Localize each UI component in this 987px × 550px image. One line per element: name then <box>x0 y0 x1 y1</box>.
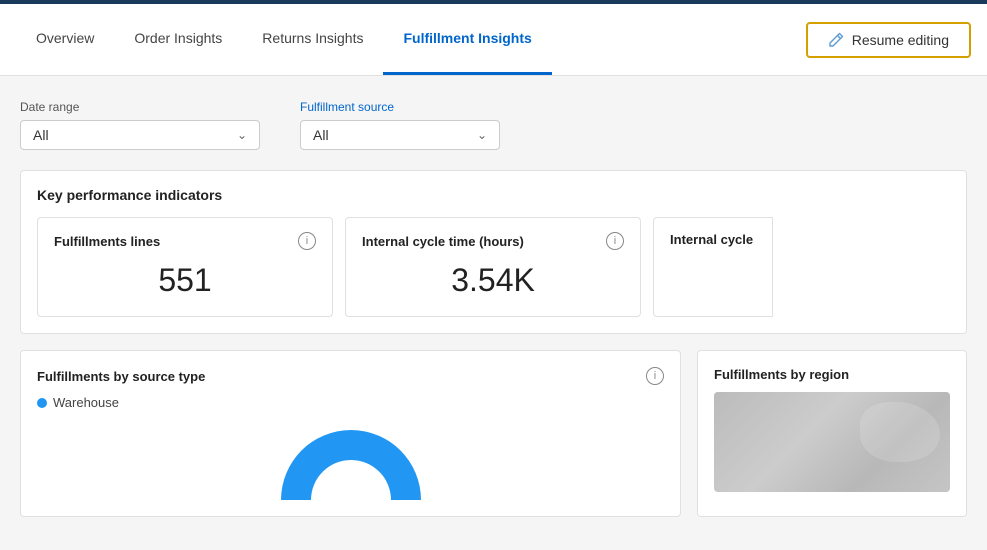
kpi-card-fulfillment-lines-header: Fulfillments lines i <box>54 232 316 250</box>
top-nav-bar: Overview Order Insights Returns Insights… <box>0 0 987 76</box>
main-content: Date range All ⌄ Fulfillment source All … <box>0 76 987 533</box>
date-range-select[interactable]: All ⌄ <box>20 120 260 150</box>
tab-returns-insights[interactable]: Returns Insights <box>242 4 383 75</box>
tab-order-insights[interactable]: Order Insights <box>114 4 242 75</box>
kpi-card-internal-cycle-time: Internal cycle time (hours) i 3.54K <box>345 217 641 317</box>
tab-overview[interactable]: Overview <box>16 4 114 75</box>
date-range-filter: Date range All ⌄ <box>20 100 260 150</box>
legend-warehouse: Warehouse <box>37 395 664 410</box>
fulfillment-source-select[interactable]: All ⌄ <box>300 120 500 150</box>
resume-editing-label: Resume editing <box>852 32 949 48</box>
fulfillments-by-source-header: Fulfillments by source type i <box>37 367 664 385</box>
kpi-card-internal-cycle-title: Internal cycle <box>670 232 753 247</box>
chevron-down-icon-2: ⌄ <box>477 128 487 142</box>
filters-row: Date range All ⌄ Fulfillment source All … <box>20 100 967 150</box>
fulfillment-source-value: All <box>313 127 329 143</box>
fulfillments-by-region-header: Fulfillments by region <box>714 367 950 382</box>
pie-chart-svg <box>271 420 431 500</box>
map-background <box>714 392 950 492</box>
kpi-card-internal-cycle-header: Internal cycle <box>670 232 756 247</box>
resume-editing-button[interactable]: Resume editing <box>806 22 971 58</box>
kpi-card-fulfillment-lines-title: Fulfillments lines <box>54 234 160 249</box>
pie-chart-area <box>37 420 664 500</box>
fulfillments-by-source-title: Fulfillments by source type <box>37 369 205 384</box>
date-range-label: Date range <box>20 100 260 114</box>
info-icon-fulfillment-lines[interactable]: i <box>298 232 316 250</box>
legend-warehouse-label: Warehouse <box>53 395 119 410</box>
info-icon-fulfillments-by-source[interactable]: i <box>646 367 664 385</box>
kpi-cards-row: Fulfillments lines i 551 Internal cycle … <box>37 217 950 317</box>
kpi-section-title: Key performance indicators <box>37 187 950 203</box>
fulfillments-by-region-card: Fulfillments by region <box>697 350 967 517</box>
fulfillment-source-filter: Fulfillment source All ⌄ <box>300 100 500 150</box>
kpi-card-fulfillment-lines-value: 551 <box>54 262 316 299</box>
fulfillment-source-label: Fulfillment source <box>300 100 500 114</box>
pencil-icon <box>828 32 844 48</box>
fulfillments-by-source-card: Fulfillments by source type i Warehouse <box>20 350 681 517</box>
date-range-value: All <box>33 127 49 143</box>
kpi-section: Key performance indicators Fulfillments … <box>20 170 967 334</box>
kpi-card-internal-cycle-time-title: Internal cycle time (hours) <box>362 234 524 249</box>
info-icon-internal-cycle-time[interactable]: i <box>606 232 624 250</box>
kpi-card-internal-cycle: Internal cycle <box>653 217 773 317</box>
chevron-down-icon: ⌄ <box>237 128 247 142</box>
kpi-card-internal-cycle-time-value: 3.54K <box>362 262 624 299</box>
legend-dot-warehouse <box>37 398 47 408</box>
map-area <box>714 392 950 492</box>
fulfillments-by-region-title: Fulfillments by region <box>714 367 849 382</box>
bottom-row: Fulfillments by source type i Warehouse … <box>20 350 967 517</box>
kpi-card-internal-cycle-time-header: Internal cycle time (hours) i <box>362 232 624 250</box>
kpi-card-fulfillment-lines: Fulfillments lines i 551 <box>37 217 333 317</box>
tab-fulfillment-insights[interactable]: Fulfillment Insights <box>383 4 551 75</box>
